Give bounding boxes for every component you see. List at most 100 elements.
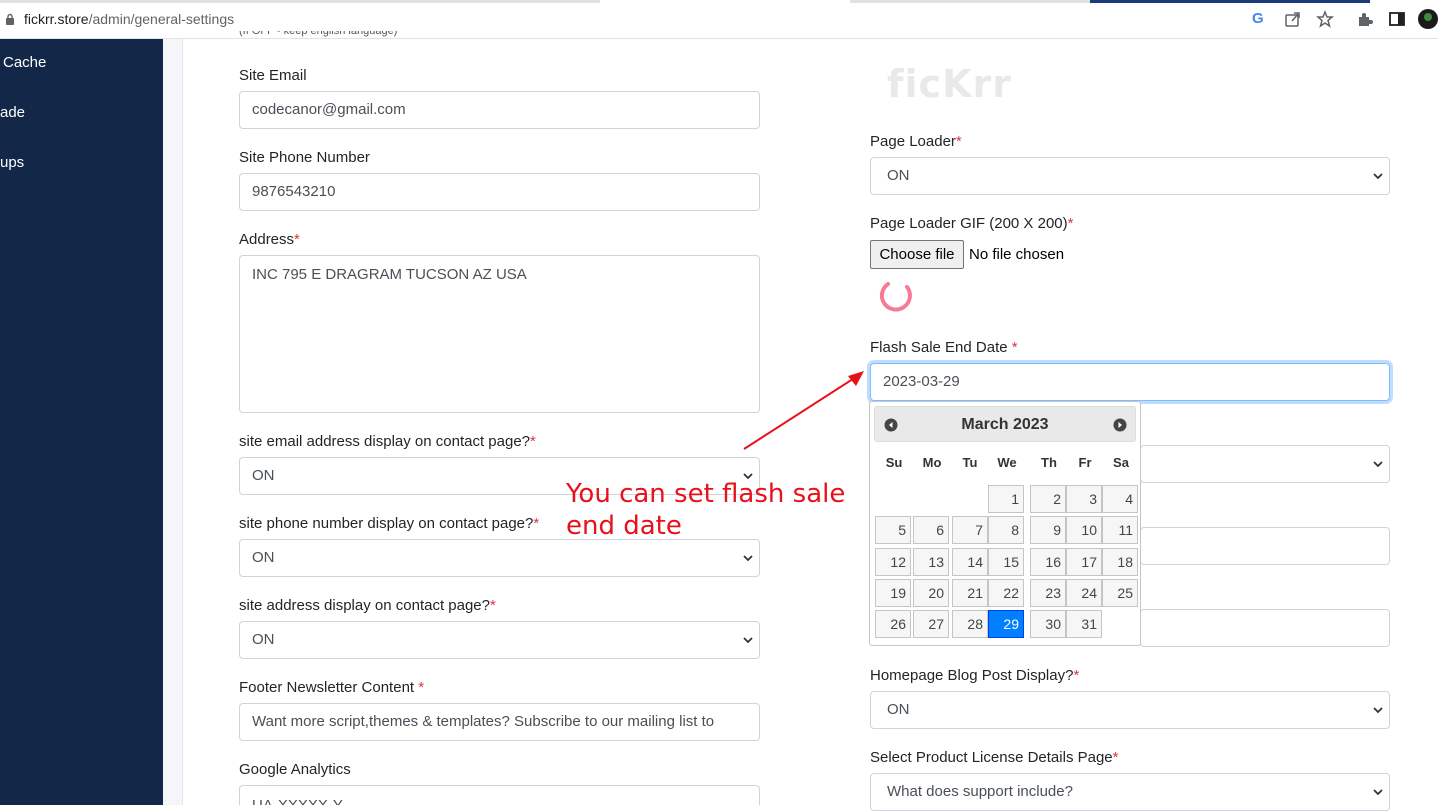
chevron-down-icon [1373, 789, 1383, 796]
annotation-line-1: You can set flash sale [566, 479, 846, 509]
calendar-day[interactable]: 4 [1102, 485, 1138, 513]
calendar-day[interactable]: 17 [1066, 547, 1102, 576]
calendar-day[interactable]: 28 [952, 610, 988, 639]
tab-strip [1090, 0, 1370, 3]
page-loader-label: Page Loader* [870, 133, 962, 150]
hidden-input-field[interactable] [1140, 527, 1390, 565]
extensions-icon[interactable] [1356, 10, 1374, 28]
language-note: (If OFF - keep english language) [239, 31, 398, 37]
chevron-down-icon [1373, 707, 1383, 714]
weekday-header: Th [1041, 455, 1057, 470]
blog-post-display-select[interactable]: ON [870, 691, 1390, 729]
site-phone-label: Site Phone Number [239, 149, 370, 166]
blog-post-display-value: ON [887, 701, 910, 718]
calendar-day[interactable]: 26 [875, 610, 911, 639]
tab-strip [0, 0, 600, 3]
google-icon[interactable]: G [1252, 10, 1270, 28]
google-analytics-input[interactable]: UA-XXXXX-Y [239, 785, 760, 805]
weekday-header: Mo [922, 455, 942, 470]
email-display-label: site email address display on contact pa… [239, 433, 536, 450]
address-label: Address* [239, 231, 300, 248]
next-month-icon[interactable] [1113, 418, 1127, 432]
address-textarea[interactable]: INC 795 E DRAGRAM TUCSON AZ USA [239, 255, 760, 413]
site-email-input[interactable]: codecanor@gmail.com [239, 91, 760, 129]
url-text[interactable]: fickrr.store/admin/general-settings [24, 11, 234, 27]
calendar-day[interactable]: 21 [952, 578, 988, 607]
hidden-input-field[interactable] [1140, 609, 1390, 647]
profile-avatar-icon[interactable] [1418, 9, 1438, 29]
calendar-day[interactable]: 30 [1030, 610, 1066, 639]
chevron-down-icon [1373, 461, 1383, 468]
calendar-day[interactable]: 8 [988, 516, 1024, 545]
calendar-day[interactable]: 13 [913, 547, 949, 576]
calendar-day[interactable]: 14 [952, 547, 988, 576]
address-display-value: ON [252, 631, 275, 648]
datepicker-header: March 2023 [874, 406, 1136, 442]
calendar-day[interactable]: 15 [988, 547, 1024, 576]
license-page-select[interactable]: What does support include? [870, 773, 1390, 811]
calendar-day[interactable]: 18 [1102, 547, 1138, 576]
license-page-label: Select Product License Details Page* [870, 749, 1119, 766]
file-status-text: No file chosen [969, 246, 1065, 263]
calendar-day[interactable]: 31 [1066, 610, 1102, 639]
browser-address-bar: fickrr.store/admin/general-settings G [0, 0, 1438, 39]
chevron-down-icon [743, 555, 753, 562]
calendar-day[interactable]: 22 [988, 578, 1024, 607]
lock-icon[interactable] [5, 13, 15, 25]
annotation-text: You can set flash sale end date [566, 478, 845, 542]
annotation-line-2: end date [566, 511, 682, 541]
calendar-day[interactable]: 1 [988, 485, 1024, 513]
blog-post-display-label: Homepage Blog Post Display?* [870, 667, 1080, 684]
phone-display-select[interactable]: ON [239, 539, 760, 577]
page-loader-select[interactable]: ON [870, 157, 1390, 195]
address-display-select[interactable]: ON [239, 621, 760, 659]
calendar-day[interactable]: 20 [913, 578, 949, 607]
calendar-day[interactable]: 16 [1030, 547, 1066, 576]
loader-spinner-icon [879, 282, 912, 312]
calendar-day[interactable]: 2 [1030, 485, 1066, 513]
calendar-day[interactable]: 9 [1030, 516, 1066, 545]
calendar-day[interactable]: 23 [1030, 578, 1066, 607]
chevron-down-icon [743, 637, 753, 644]
calendar-day[interactable]: 24 [1066, 578, 1102, 607]
flash-sale-datepicker: March 2023 Su Mo Tu We Th Fr Sa 1 2 3 4 5 6 7 8 9 10 11 12… [869, 401, 1141, 646]
calendar-day[interactable]: 12 [875, 547, 911, 576]
sidebar-item-cache[interactable]: Cache [3, 54, 46, 71]
calendar-day[interactable]: 25 [1102, 578, 1138, 607]
footer-newsletter-input[interactable]: Want more script,themes & templates? Sub… [239, 703, 760, 741]
weekday-header: We [997, 455, 1017, 470]
page-loader-gif-label: Page Loader GIF (200 X 200)* [870, 215, 1074, 232]
calendar-day[interactable]: 10 [1066, 516, 1102, 545]
bookmark-star-icon[interactable] [1316, 10, 1334, 28]
calendar-day[interactable]: 6 [913, 516, 949, 545]
weekday-header: Su [885, 455, 903, 470]
calendar-day[interactable]: 11 [1102, 516, 1138, 545]
hidden-select-field[interactable] [1140, 445, 1390, 483]
license-page-value: What does support include? [887, 783, 1073, 800]
calendar-day[interactable]: 5 [875, 516, 911, 545]
content-gutter [163, 39, 183, 805]
side-panel-icon[interactable] [1388, 10, 1406, 28]
calendar-day[interactable]: 7 [952, 516, 988, 545]
calendar-day[interactable]: 19 [875, 578, 911, 607]
phone-display-label: site phone number display on contact pag… [239, 515, 540, 532]
calendar-day[interactable]: 27 [913, 610, 949, 639]
site-phone-input[interactable]: 9876543210 [239, 173, 760, 211]
tab-strip [850, 0, 1090, 3]
flash-sale-date-input[interactable]: 2023-03-29 [870, 363, 1390, 401]
share-icon[interactable] [1284, 10, 1302, 28]
flash-sale-label: Flash Sale End Date * [870, 339, 1018, 356]
email-display-value: ON [252, 467, 275, 484]
admin-sidebar: Cache ade ups [0, 39, 163, 805]
google-analytics-label: Google Analytics [239, 761, 351, 778]
chevron-down-icon [1373, 173, 1383, 180]
page-loader-value: ON [887, 167, 910, 184]
calendar-day[interactable]: 3 [1066, 485, 1102, 513]
calendar-day[interactable]: 29 [988, 610, 1024, 639]
weekday-header: Fr [1078, 455, 1092, 470]
choose-file-button[interactable]: Choose file [870, 240, 964, 269]
sidebar-item-upgrade[interactable]: ade [0, 104, 25, 121]
sidebar-item-backups[interactable]: ups [0, 154, 24, 171]
weekday-header: Sa [1113, 455, 1129, 470]
site-logo-preview: ficKrr [887, 62, 1013, 106]
